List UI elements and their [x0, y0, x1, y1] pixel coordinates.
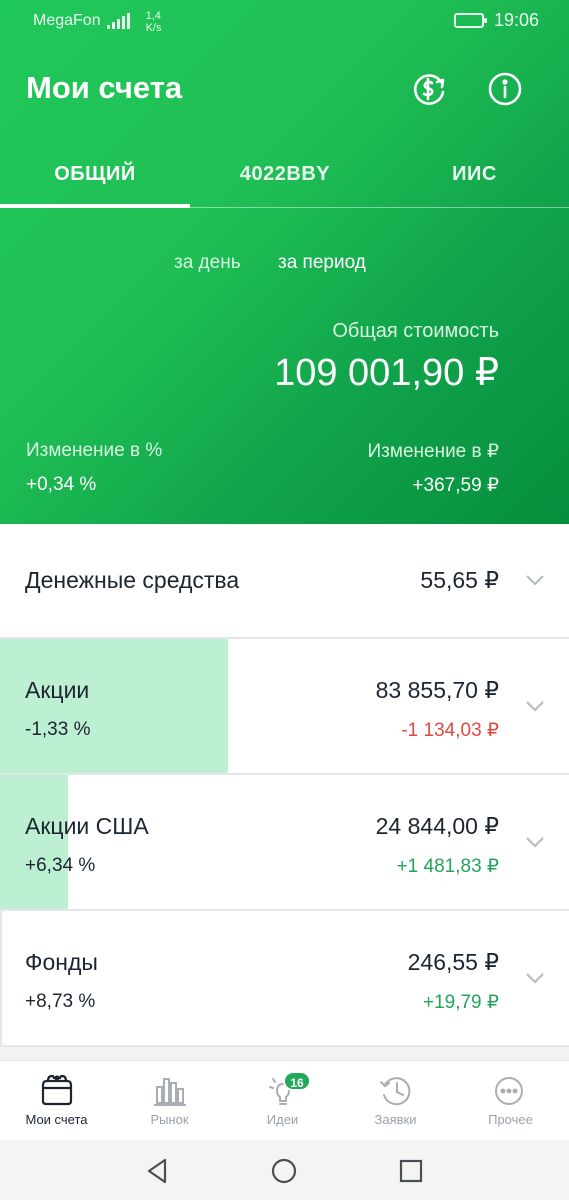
back-triangle-icon[interactable]: [143, 1156, 173, 1186]
asset-row-funds[interactable]: Фонды +8,73 % 246,55 ₽ +19,79 ₽: [0, 911, 569, 1045]
info-icon[interactable]: [486, 70, 524, 108]
nav-label: Рынок: [150, 1112, 189, 1127]
portfolio-share-bar: [0, 639, 228, 773]
nav-market[interactable]: Рынок: [113, 1061, 226, 1141]
asset-name: Фонды: [25, 949, 98, 975]
accounts-header: MegaFon 1,4 K/s 19:06 Мои счета ОБЩИЙ 40…: [0, 0, 569, 524]
carrier-name: MegaFon: [33, 12, 101, 29]
asset-name: Акции США: [25, 813, 149, 839]
chevron-down-icon: [526, 973, 544, 984]
tab-indicator: [0, 204, 190, 208]
asset-change-rub: +19,79 ₽: [422, 992, 499, 1013]
nav-orders[interactable]: Заявки: [339, 1061, 452, 1141]
asset-name: Акции: [25, 677, 90, 703]
ideas-count-badge: 16: [283, 1071, 311, 1091]
total-value-label: Общая стоимость: [332, 320, 499, 342]
row-divider: [0, 1045, 569, 1047]
speed-unit: K/s: [145, 22, 162, 34]
asset-change-rub: +1 481,83 ₽: [396, 856, 499, 877]
speed-value: 1,4: [145, 10, 161, 22]
asset-amount: 83 855,70 ₽: [375, 677, 499, 703]
wallet-icon: [41, 1074, 73, 1106]
home-circle-icon[interactable]: [269, 1156, 299, 1186]
total-value: 109 001,90 ₽: [274, 352, 499, 394]
asset-change-percent: -1,33 %: [25, 719, 91, 740]
nav-label: Идеи: [266, 1112, 299, 1127]
change-percent-label: Изменение в %: [26, 440, 163, 461]
status-right: 19:06: [453, 10, 539, 31]
status-left: MegaFon 1,4 K/s: [33, 10, 162, 34]
asset-change-rub: -1 134,03 ₽: [401, 720, 499, 741]
change-percent-value: +0,34 %: [26, 474, 97, 495]
tab-4022bby[interactable]: 4022BBY: [190, 140, 380, 208]
dollar-refresh-icon[interactable]: [410, 70, 448, 108]
asset-row-us-stocks[interactable]: Акции США +6,34 % 24 844,00 ₽ +1 481,83 …: [0, 775, 569, 909]
more-dots-icon: [495, 1077, 523, 1105]
nav-ideas[interactable]: 16 Идеи: [226, 1061, 339, 1141]
history-clock-icon: [380, 1077, 411, 1106]
asset-row-cash[interactable]: Денежные средства 55,65 ₽: [0, 524, 569, 637]
nav-label: Прочее: [488, 1112, 533, 1127]
nav-label: Мои счета: [25, 1112, 88, 1127]
asset-change-percent: +8,73 %: [25, 991, 96, 1012]
tab-general[interactable]: ОБЩИЙ: [0, 140, 190, 208]
nav-my-accounts[interactable]: Мои счета: [0, 1061, 113, 1141]
asset-amount: 246,55 ₽: [407, 949, 499, 975]
nav-more[interactable]: Прочее: [452, 1061, 569, 1141]
chevron-down-icon: [526, 837, 544, 848]
chevron-down-icon: [526, 701, 544, 712]
asset-amount: 55,65 ₽: [420, 567, 499, 593]
signal-icon: [106, 13, 130, 29]
bottom-navigation: Мои счета Рынок 16 Идеи Заявки Прочее: [0, 1060, 569, 1140]
period-day-toggle[interactable]: за день: [174, 252, 241, 274]
tab-iis[interactable]: ИИС: [380, 140, 569, 208]
change-rub-value: +367,59 ₽: [412, 475, 499, 496]
asset-amount: 24 844,00 ₽: [375, 813, 499, 839]
clock: 19:06: [493, 10, 539, 30]
battery-icon: [453, 13, 487, 28]
nav-label: Заявки: [374, 1112, 417, 1127]
change-rub-label: Изменение в ₽: [367, 441, 499, 462]
asset-row-stocks[interactable]: Акции -1,33 % 83 855,70 ₽ -1 134,03 ₽: [0, 639, 569, 773]
asset-name: Денежные средства: [25, 567, 240, 593]
period-range-toggle[interactable]: за период: [278, 252, 366, 274]
chevron-down-icon: [526, 575, 544, 586]
bar-chart-icon: [154, 1078, 186, 1106]
status-bar: MegaFon 1,4 K/s 19:06: [0, 0, 569, 44]
network-speed: 1,4 K/s: [146, 10, 162, 34]
recents-square-icon[interactable]: [396, 1156, 426, 1186]
page-title: Мои счета: [26, 70, 183, 105]
system-nav-bar: [0, 1140, 569, 1200]
portfolio-share-bar: [0, 775, 69, 909]
account-tabs: ОБЩИЙ 4022BBY ИИС: [0, 140, 569, 208]
asset-change-percent: +6,34 %: [25, 855, 96, 876]
